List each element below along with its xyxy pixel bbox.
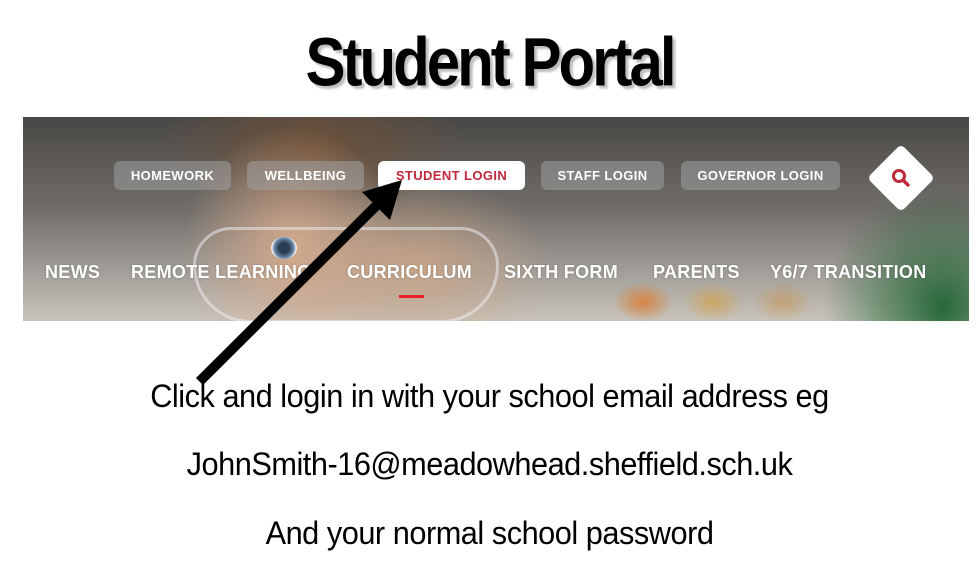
nav-curriculum[interactable]: CURRICULUM (347, 262, 472, 283)
instruction-line-1: Click and login in with your school emai… (150, 378, 829, 414)
main-nav: NEWS REMOTE LEARNING CURRICULUM SIXTH FO… (23, 262, 969, 286)
nav-sixth-form[interactable]: SIXTH FORM (504, 262, 618, 283)
search-button[interactable] (867, 144, 935, 212)
nav-remote-learning[interactable]: REMOTE LEARNING (131, 262, 312, 283)
instruction-line-3: And your normal school password (265, 515, 714, 551)
search-icon (892, 169, 910, 187)
nav-y6-7-transition[interactable]: Y6/7 TRANSITION (770, 262, 927, 283)
current-nav-indicator (399, 295, 424, 298)
website-header-banner: HOMEWORK WELLBEING STUDENT LOGIN STAFF L… (23, 117, 969, 321)
governor-login-button[interactable]: GOVERNOR LOGIN (681, 161, 840, 190)
wellbeing-button[interactable]: WELLBEING (247, 161, 364, 190)
utility-nav: HOMEWORK WELLBEING STUDENT LOGIN STAFF L… (23, 161, 969, 191)
example-email: JohnSmith-16@meadowhead.sheffield.sch.uk (186, 446, 793, 482)
staff-login-button[interactable]: STAFF LOGIN (541, 161, 664, 190)
nav-parents[interactable]: PARENTS (653, 262, 740, 283)
page-title: Student Portal (305, 23, 676, 101)
homework-button[interactable]: HOMEWORK (114, 161, 231, 190)
nav-news[interactable]: NEWS (45, 262, 100, 283)
student-login-button[interactable]: STUDENT LOGIN (378, 161, 525, 190)
background-photo-eye (271, 237, 297, 259)
